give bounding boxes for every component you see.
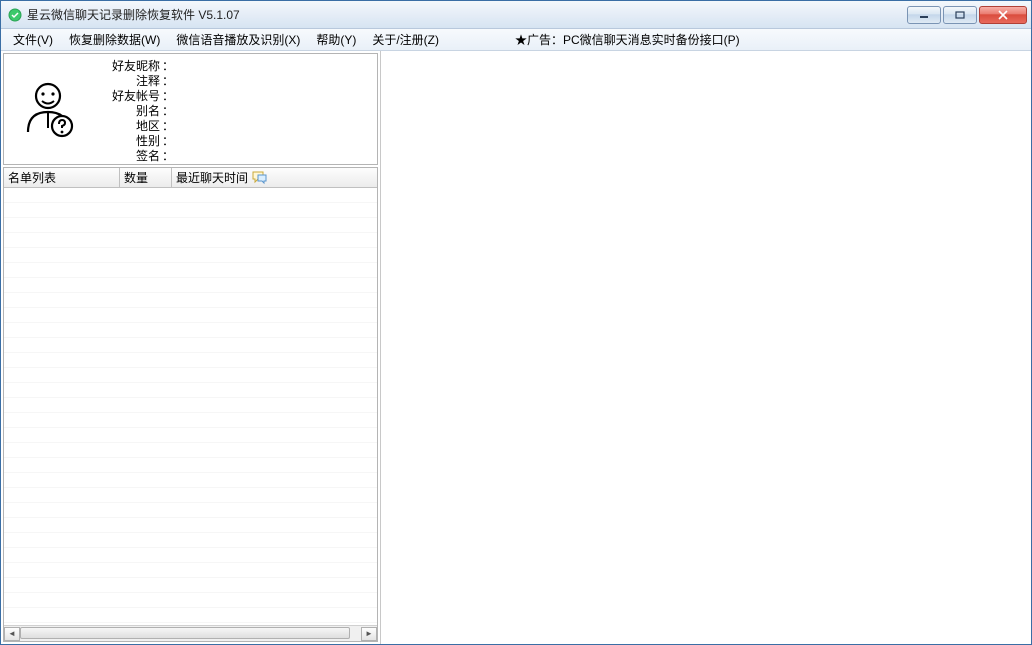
minimize-button[interactable] <box>907 6 941 24</box>
grid-body[interactable] <box>4 188 377 625</box>
scrollbar-thumb[interactable] <box>20 627 350 639</box>
signature-label: 签名 <box>98 147 160 164</box>
info-row-alias: 别名： <box>98 103 373 118</box>
column-last-chat[interactable]: 最近聊天时间 <box>172 168 377 187</box>
content-area: 好友昵称： 注释： 好友帐号： 别名： 地区： 性别： <box>1 51 1031 644</box>
friend-info-panel: 好友昵称： 注释： 好友帐号： 别名： 地区： 性别： <box>3 53 378 165</box>
close-button[interactable] <box>979 6 1027 24</box>
info-row-nickname: 好友昵称： <box>98 58 373 73</box>
avatar-placeholder-icon <box>12 72 84 144</box>
scroll-left-arrow-icon[interactable]: ◄ <box>4 627 20 641</box>
app-icon <box>7 7 23 23</box>
scroll-right-arrow-icon[interactable]: ► <box>361 627 377 641</box>
grid-header: 名单列表 数量 最近聊天时间 <box>4 168 377 188</box>
menu-about[interactable]: 关于/注册(Z) <box>364 29 447 50</box>
horizontal-scrollbar[interactable]: ◄ ► <box>4 625 377 641</box>
chat-bubble-icon <box>252 171 268 185</box>
menubar: 文件(V) 恢复删除数据(W) 微信语音播放及识别(X) 帮助(Y) 关于/注册… <box>1 29 1031 51</box>
menu-voice[interactable]: 微信语音播放及识别(X) <box>168 29 308 50</box>
info-row-gender: 性别： <box>98 133 373 148</box>
left-pane: 好友昵称： 注释： 好友帐号： 别名： 地区： 性别： <box>1 51 381 644</box>
scrollbar-track[interactable] <box>20 627 361 641</box>
menu-file[interactable]: 文件(V) <box>5 29 61 50</box>
column-name-list[interactable]: 名单列表 <box>4 168 120 187</box>
friend-info-labels: 好友昵称： 注释： 好友帐号： 别名： 地区： 性别： <box>84 58 373 160</box>
titlebar: 星云微信聊天记录删除恢复软件 V5.1.07 <box>1 1 1031 29</box>
menu-recover[interactable]: 恢复删除数据(W) <box>61 29 168 50</box>
info-row-region: 地区： <box>98 118 373 133</box>
window-title: 星云微信聊天记录删除恢复软件 V5.1.07 <box>27 6 907 23</box>
info-row-note: 注释： <box>98 73 373 88</box>
info-row-account: 好友帐号： <box>98 88 373 103</box>
info-row-signature: 签名： <box>98 148 373 163</box>
column-count[interactable]: 数量 <box>120 168 172 187</box>
right-pane <box>381 51 1031 644</box>
menu-help[interactable]: 帮助(Y) <box>308 29 364 50</box>
contact-grid: 名单列表 数量 最近聊天时间 <box>3 167 378 642</box>
app-window: 星云微信聊天记录删除恢复软件 V5.1.07 文件(V) 恢复删除数据(W) 微… <box>0 0 1032 645</box>
maximize-button[interactable] <box>943 6 977 24</box>
menu-ad[interactable]: ★广告：PC微信聊天消息实时备份接口(P) <box>507 29 748 50</box>
window-controls <box>907 6 1027 24</box>
